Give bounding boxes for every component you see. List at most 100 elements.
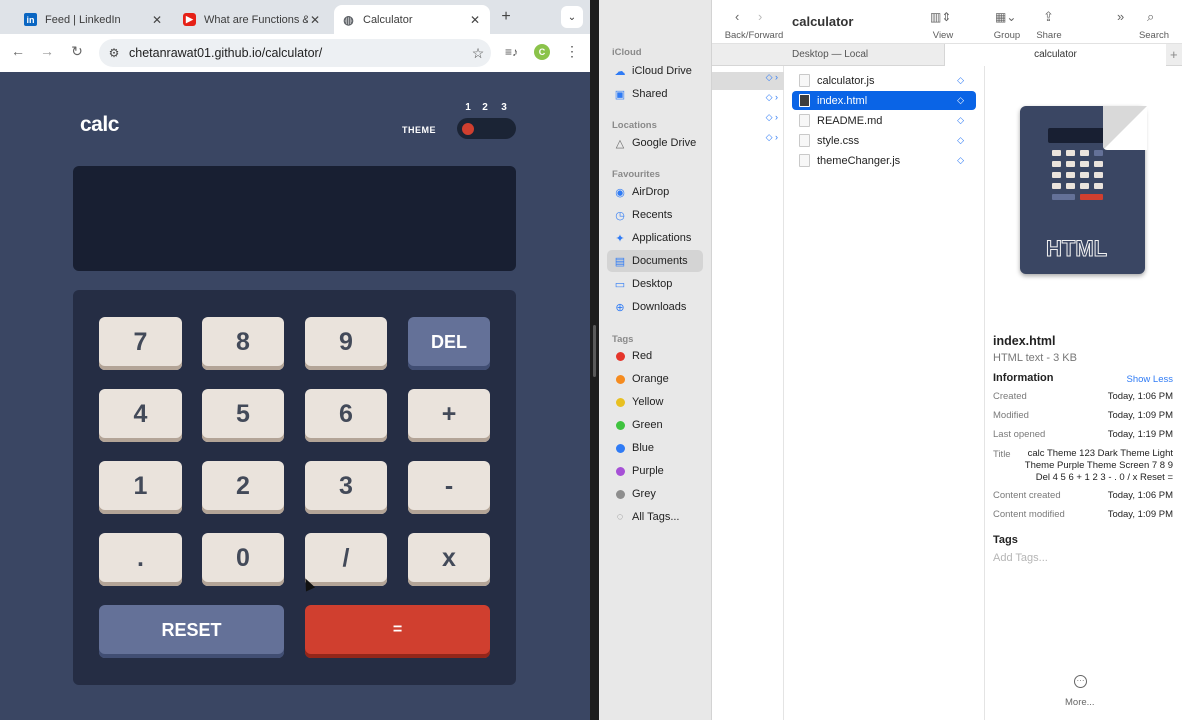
back-button[interactable]: ← [9, 43, 27, 59]
equals-button[interactable]: = [305, 605, 490, 658]
key-6[interactable]: 6 [305, 389, 387, 442]
parent-row[interactable]: ◇ › [712, 92, 784, 110]
youtube-icon: ▶ [183, 13, 196, 26]
file-icon [799, 114, 810, 127]
sidebar-tag-blue[interactable]: Blue [607, 437, 703, 459]
sidebar-all-tags[interactable]: ◌ All Tags... [607, 506, 703, 528]
site-info-icon[interactable]: ⚙ [107, 46, 121, 60]
sidebar-item-label: Documents [632, 255, 688, 267]
key-9[interactable]: 9 [305, 317, 387, 370]
minus-button[interactable]: - [408, 461, 490, 514]
add-tags-field[interactable]: Add Tags... [993, 552, 1048, 564]
key-5[interactable]: 5 [202, 389, 284, 442]
show-less-link[interactable]: Show Less [1127, 374, 1173, 385]
tag-dot-icon [616, 489, 625, 499]
sidebar-item-applications[interactable]: ✦ Applications [607, 227, 703, 249]
reset-button[interactable]: RESET [99, 605, 284, 658]
group-icon[interactable]: ▦⌄ [995, 10, 1016, 24]
tab-youtube[interactable]: ▶ What are Functions & ✕ [175, 5, 330, 34]
thumbnail-key [1052, 172, 1061, 178]
split-resize-handle[interactable] [593, 325, 596, 377]
multiply-button[interactable]: x [408, 533, 490, 586]
theme-toggle[interactable] [457, 118, 516, 139]
decimal-button[interactable]: . [99, 533, 182, 586]
sidebar-item-label: Grey [632, 488, 656, 500]
path-segment-calculator[interactable]: calculator [944, 44, 1166, 66]
sidebar-item-documents[interactable]: ▤ Documents [607, 250, 703, 272]
more-label[interactable]: More... [1065, 697, 1095, 708]
finder-window-title: calculator [792, 14, 854, 29]
more-toolbar-icon[interactable]: » [1117, 9, 1124, 24]
thumbnail-key [1080, 172, 1089, 178]
key-7[interactable]: 7 [99, 317, 182, 370]
key-2[interactable]: 2 [202, 461, 284, 514]
sidebar-tag-red[interactable]: Red [607, 345, 703, 367]
globe-icon: ◍ [343, 12, 354, 27]
key-1[interactable]: 1 [99, 461, 182, 514]
sidebar-item-google-drive[interactable]: △ Google Drive [607, 132, 703, 154]
delete-button[interactable]: DEL [408, 317, 490, 370]
reload-button[interactable]: ↻ [68, 43, 86, 60]
info-key: Last opened [993, 429, 1046, 440]
search-icon[interactable]: ⌕ [1147, 9, 1154, 25]
theme-toggle-knob[interactable] [462, 123, 474, 135]
theme-number-1: 1 [465, 102, 471, 113]
tab-calculator[interactable]: ◍ Calculator ✕ [334, 5, 490, 34]
tab-linkedin[interactable]: in Feed | LinkedIn ✕ [16, 5, 172, 34]
bookmark-star-icon[interactable]: ☆ [465, 45, 491, 62]
new-tab-button[interactable]: + [497, 8, 515, 26]
file-row-themechanger-js[interactable]: themeChanger.js ◇ [792, 151, 976, 170]
column-view-icon[interactable]: ▥⇕ [930, 10, 951, 24]
tab-search-button[interactable]: ⌄ [561, 6, 583, 28]
sidebar-item-shared[interactable]: ▣ Shared [607, 83, 703, 105]
info-value: Today, 1:06 PM [1107, 490, 1173, 501]
file-row-style-css[interactable]: style.css ◇ [792, 131, 976, 150]
media-control-icon[interactable]: ≡♪ [505, 45, 518, 59]
key-0[interactable]: 0 [202, 533, 284, 586]
info-value: Today, 1:09 PM [1107, 509, 1173, 520]
address-bar[interactable]: ⚙ chetanrawat01.github.io/calculator/ ☆ [99, 39, 491, 67]
sidebar-item-airdrop[interactable]: ◉ AirDrop [607, 181, 703, 203]
share-icon[interactable]: ⇪ [1043, 9, 1054, 25]
sidebar-item-recents[interactable]: ◷ Recents [607, 204, 703, 226]
file-row-calculator-js[interactable]: calculator.js ◇ [792, 71, 976, 90]
calculator-screen [73, 166, 516, 271]
sidebar-tag-yellow[interactable]: Yellow [607, 391, 703, 413]
path-segment-desktop[interactable]: Desktop — Local [792, 49, 868, 60]
sidebar-tag-orange[interactable]: Orange [607, 368, 703, 390]
parent-row[interactable]: ◇ › [712, 112, 784, 130]
file-row-readme-md[interactable]: README.md ◇ [792, 111, 976, 130]
key-4[interactable]: 4 [99, 389, 182, 442]
sidebar-item-desktop[interactable]: ▭ Desktop [607, 273, 703, 295]
file-row-index-html[interactable]: index.html ◇ [792, 91, 976, 110]
profile-avatar[interactable]: C [534, 44, 550, 60]
back-chevron-icon[interactable]: ‹ [735, 9, 739, 24]
sidebar-item-downloads[interactable]: ⊕ Downloads [607, 296, 703, 318]
sidebar-item-label: AirDrop [632, 186, 670, 198]
more-icon[interactable]: ··· [1074, 675, 1087, 688]
forward-chevron-icon[interactable]: › [758, 9, 762, 24]
sync-status-icon: ◇ [957, 95, 964, 105]
sidebar-tag-grey[interactable]: Grey [607, 483, 703, 505]
file-icon [799, 94, 810, 107]
close-icon[interactable]: ✕ [150, 13, 164, 27]
browser-menu-icon[interactable]: ⋮ [565, 43, 579, 60]
forward-button[interactable]: → [38, 43, 56, 59]
close-icon[interactable]: ✕ [308, 13, 322, 27]
plus-button[interactable]: + [408, 389, 490, 442]
key-8[interactable]: 8 [202, 317, 284, 370]
sidebar-tag-green[interactable]: Green [607, 414, 703, 436]
key-3[interactable]: 3 [305, 461, 387, 514]
thumbnail-key [1094, 172, 1103, 178]
thumbnail-key [1094, 150, 1103, 156]
sidebar-item-icloud-drive[interactable]: ☁ iCloud Drive [607, 60, 703, 82]
add-tab-icon[interactable]: + [1170, 47, 1178, 62]
sidebar-tag-purple[interactable]: Purple [607, 460, 703, 482]
divide-button[interactable]: / [305, 533, 387, 586]
close-icon[interactable]: ✕ [468, 13, 482, 27]
download-icon: ⊕ [615, 301, 625, 314]
finder-sidebar: iCloud ☁ iCloud Drive ▣ Shared Locations… [599, 0, 712, 720]
parent-row[interactable]: ◇ › [712, 132, 784, 150]
thumbnail-key [1094, 161, 1103, 167]
parent-row-selected[interactable]: ◇ › [712, 72, 784, 90]
